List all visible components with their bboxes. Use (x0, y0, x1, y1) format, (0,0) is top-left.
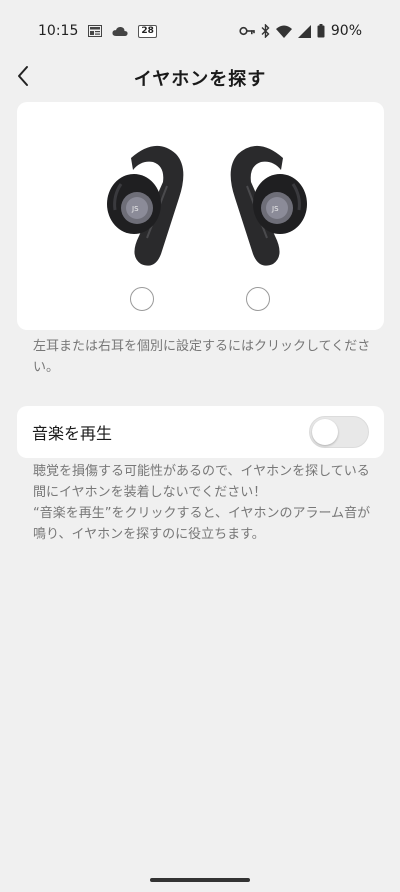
header: イヤホンを探す (0, 58, 400, 98)
chevron-left-icon (16, 65, 30, 91)
earbud-card: JS JS (17, 102, 384, 330)
right-earbud-image[interactable]: JS (213, 136, 313, 275)
svg-text:JS: JS (271, 205, 279, 213)
play-music-toggle[interactable] (309, 416, 369, 448)
home-indicator[interactable] (150, 878, 250, 882)
battery-icon (317, 24, 325, 38)
vpn-key-icon (239, 26, 255, 36)
wifi-icon (275, 25, 292, 38)
warning-text: 聴覚を損傷する可能性があるので、イヤホンを探している間にイヤホンを装着しないでく… (33, 461, 378, 545)
news-icon (88, 25, 103, 37)
signal-icon (297, 24, 311, 38)
left-earbud-image[interactable]: JS (101, 136, 201, 275)
earbud-select-hint: 左耳または右耳を個別に設定するにはクリックしてください。 (33, 339, 371, 375)
play-music-label: 音楽を再生 (32, 424, 113, 443)
play-music-row: 音楽を再生 (17, 406, 384, 458)
svg-text:JS: JS (131, 205, 139, 213)
page-title: イヤホンを探す (133, 69, 267, 90)
status-time: 10:15 (38, 23, 79, 39)
left-earbud-radio[interactable] (130, 287, 154, 311)
right-earbud-radio[interactable] (246, 287, 270, 311)
toggle-knob (312, 419, 338, 445)
warning-line-1: 聴覚を損傷する可能性があるので、イヤホンを探している間にイヤホンを装着しないでく… (33, 464, 370, 500)
battery-percent: 90% (330, 23, 362, 39)
bluetooth-icon (261, 24, 270, 38)
notification-badge: 28 (138, 24, 157, 38)
status-bar: 10:15 28 90% (0, 0, 400, 62)
cloud-icon (112, 26, 128, 37)
back-button[interactable] (8, 60, 38, 96)
warning-line-2: “音楽を再生”をクリックすると、イヤホンのアラーム音が鳴り、イヤホンを探すのに役… (33, 506, 371, 542)
